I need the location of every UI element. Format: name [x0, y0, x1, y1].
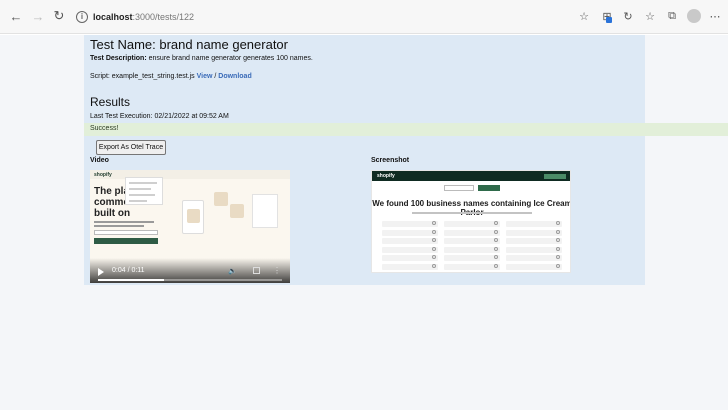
description-label: Test Description: [90, 55, 147, 62]
back-icon[interactable]: ← [8, 8, 24, 24]
screenshot-row-icon [556, 263, 560, 268]
export-otel-button[interactable]: Export As Otel Trace [96, 140, 166, 155]
screenshot-row-icon [494, 221, 498, 225]
screenshot-row-icon [432, 263, 436, 268]
screenshot-row-icon [432, 255, 436, 259]
screenshot-name-row [444, 238, 500, 244]
more-icon[interactable]: ⋯ [709, 10, 721, 23]
video-preview-topbar: shopify [90, 170, 290, 179]
screenshot-logo: shopify [377, 173, 395, 179]
screenshot-name-row [506, 263, 562, 270]
screenshot-generate-button [478, 185, 500, 191]
screenshot-name-row [382, 229, 438, 236]
screenshot-row-icon [432, 221, 436, 225]
screenshot-label: Screenshot [371, 157, 410, 164]
screenshot-name-row [382, 221, 438, 227]
profile-avatar[interactable] [687, 9, 701, 23]
play-icon[interactable] [98, 268, 104, 276]
video-controls: 0:04 / 0:11 🔈 ⋮ [90, 258, 290, 283]
video-preview-product [214, 192, 228, 206]
video-progress-track[interactable] [98, 279, 282, 281]
screenshot-row-icon [556, 221, 560, 225]
view-link[interactable]: View [197, 73, 213, 80]
screenshot-name-row [382, 263, 438, 270]
video-more-icon[interactable]: ⋮ [273, 266, 281, 275]
results-heading: Results [90, 95, 131, 109]
favorites-icon[interactable]: ☆ [644, 10, 656, 23]
screenshot-heading: We found 100 business names containing I… [372, 199, 571, 217]
screenshot-start-button [544, 174, 566, 179]
fullscreen-icon[interactable] [253, 267, 260, 274]
screenshot-name-row [506, 238, 562, 244]
screenshot-name-row [444, 221, 500, 227]
screenshot-name-row [444, 246, 500, 253]
test-description: Test Description: ensure brand name gene… [90, 55, 313, 62]
screenshot-row-icon [556, 246, 560, 251]
star-icon[interactable]: ☆ [578, 10, 590, 23]
screenshot-name-row [382, 246, 438, 253]
refresh-icon[interactable]: ↻ [622, 10, 634, 23]
status-banner: Success! [84, 123, 728, 136]
video-preview-menu [125, 177, 163, 205]
video-preview-text [94, 225, 144, 227]
page-title: Test Name: brand name generator [90, 37, 288, 52]
extension-badge [606, 17, 612, 23]
screenshot-row-icon [556, 255, 560, 259]
screenshot-row-icon [556, 229, 560, 234]
last-execution: Last Test Execution: 02/21/2022 at 09:52… [90, 113, 229, 120]
screenshot-image: shopify We found 100 business names cont… [371, 170, 571, 273]
video-preview-product [230, 204, 244, 218]
screenshot-row-icon [494, 246, 498, 251]
test-script: Script: example_test_string.test.js View… [90, 73, 252, 80]
info-icon[interactable]: i [76, 10, 88, 23]
url-path: :3000/tests/122 [132, 11, 195, 22]
status-text: Success! [90, 125, 119, 132]
video-time: 0:04 / 0:11 [112, 267, 145, 274]
reload-icon[interactable]: ↻ [51, 8, 67, 24]
screenshot-row-icon [432, 238, 436, 242]
video-player[interactable]: shopify The plat comme built on 0:04 / 0… [90, 170, 290, 283]
browser-toolbar: ← → ↻ i localhost:3000/tests/122 ☆ ⊞ ↻ ☆… [0, 0, 728, 34]
screenshot-row-icon [432, 229, 436, 234]
video-preview-logo: shopify [94, 172, 112, 178]
video-preview-text [94, 221, 154, 223]
screenshot-name-row [506, 229, 562, 236]
video-preview-sidebar [252, 194, 278, 228]
screenshot-name-row [382, 255, 438, 261]
video-preview-input [94, 230, 158, 235]
video-progress-fill [98, 279, 165, 281]
screenshot-name-row [444, 255, 500, 261]
screenshot-row-icon [432, 246, 436, 251]
video-preview-cta [94, 238, 158, 244]
collections-icon[interactable]: ⧉ [666, 10, 678, 22]
screenshot-row-icon [494, 255, 498, 259]
screenshot-row-icon [494, 238, 498, 242]
forward-icon[interactable]: → [30, 8, 46, 24]
screenshot-row-icon [556, 238, 560, 242]
video-preview-phone [182, 200, 204, 234]
screenshot-name-row [382, 238, 438, 244]
page: Test Name: brand name generator Test Des… [0, 35, 728, 410]
screenshot-name-row [506, 221, 562, 227]
screenshot-name-row [506, 255, 562, 261]
screenshot-name-row [444, 229, 500, 236]
screenshot-row-icon [494, 263, 498, 268]
download-link[interactable]: Download [218, 73, 251, 80]
screenshot-topbar: shopify [372, 171, 570, 181]
video-label: Video [90, 157, 109, 164]
volume-icon[interactable]: 🔈 [228, 267, 237, 275]
screenshot-name-row [444, 263, 500, 270]
screenshot-search [444, 185, 474, 191]
screenshot-row-icon [494, 229, 498, 234]
address-bar[interactable]: i localhost:3000/tests/122 [76, 6, 566, 27]
screenshot-name-row [506, 246, 562, 253]
url-host: localhost [93, 11, 133, 22]
screenshot-subtext [412, 212, 532, 214]
description-value: ensure brand name generator generates 10… [146, 55, 313, 62]
script-label: Script: example_test_string.test.js [90, 73, 197, 80]
